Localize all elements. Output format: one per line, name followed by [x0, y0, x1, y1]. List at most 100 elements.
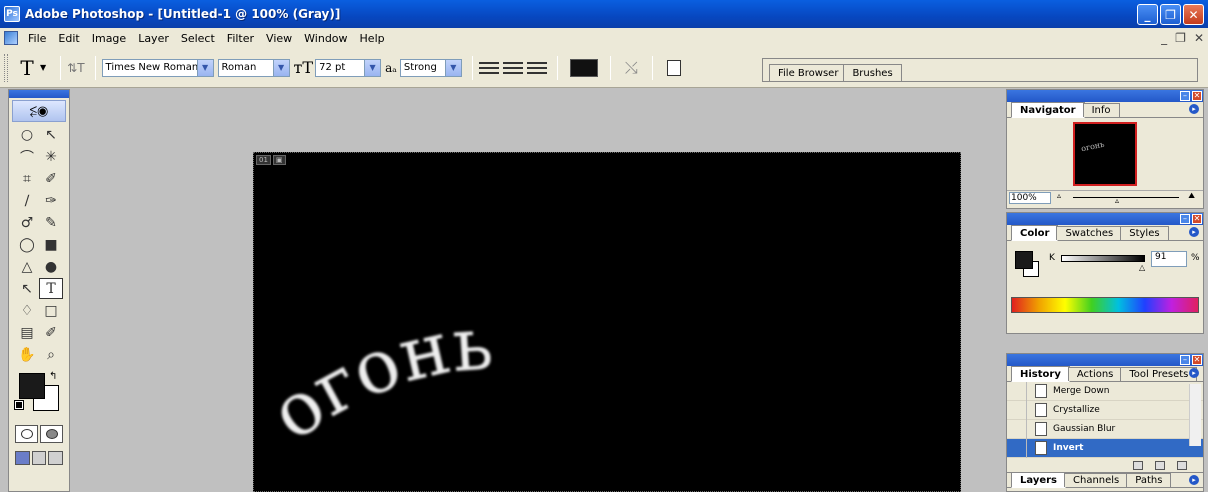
warp-text-icon[interactable]: ⤯ [625, 58, 638, 78]
tool-preset-picker[interactable]: T [14, 56, 40, 80]
marquee-tool-icon[interactable]: ○ [15, 124, 39, 145]
text-color-swatch[interactable] [569, 58, 598, 77]
font-style-select[interactable]: Roman ▼ [217, 58, 290, 77]
slice-tool-icon[interactable]: ✐ [39, 168, 63, 189]
palettes-toggle-icon[interactable] [666, 59, 681, 76]
tab-file-browser[interactable]: File Browser [769, 64, 848, 81]
history-brush-source[interactable] [1013, 438, 1027, 458]
tab-color[interactable]: Color [1011, 225, 1059, 241]
tab-swatches[interactable]: Swatches [1056, 226, 1123, 240]
adobe-online-icon[interactable]: ⥶◉ [12, 100, 66, 122]
trash-icon[interactable] [1177, 460, 1187, 470]
history-item[interactable]: Merge Down [1007, 381, 1203, 401]
color-spectrum-bar[interactable] [1011, 297, 1199, 313]
full-screen-button[interactable] [48, 451, 64, 465]
menu-window[interactable]: Window [298, 32, 353, 45]
history-scrollbar[interactable] [1189, 384, 1201, 446]
brush-tool-icon[interactable]: ✑ [39, 190, 63, 211]
zoom-slider[interactable]: ▵ ▵ ⛰ [1055, 191, 1197, 205]
font-size-select[interactable]: 72 pt ▼ [315, 58, 382, 77]
new-document-icon[interactable] [1133, 460, 1143, 470]
tab-actions[interactable]: Actions [1067, 367, 1123, 381]
panel-menu-icon[interactable]: ▸ [1189, 475, 1199, 485]
default-colors-icon[interactable] [14, 400, 24, 410]
align-right-icon[interactable] [526, 61, 547, 74]
standard-mode-button[interactable] [15, 425, 38, 443]
history-brush-source[interactable] [1013, 381, 1027, 401]
zoom-input[interactable]: 100% [1009, 191, 1051, 204]
align-left-icon[interactable] [478, 61, 499, 74]
doc-restore-button[interactable]: ❐ [1175, 31, 1186, 45]
standard-screen-button[interactable] [15, 451, 30, 465]
gradient-tool-icon[interactable]: ■ [39, 234, 63, 255]
healing-brush-tool-icon[interactable]: ∕ [15, 190, 39, 211]
align-center-icon[interactable] [502, 61, 523, 74]
menu-view[interactable]: View [260, 32, 298, 45]
history-item-active[interactable]: Invert [1007, 438, 1203, 458]
minimize-button[interactable]: _ [1137, 4, 1158, 25]
doc-close-button[interactable]: ✕ [1194, 31, 1204, 45]
tab-tool-presets[interactable]: Tool Presets [1120, 367, 1198, 381]
blur-tool-icon[interactable]: △ [15, 256, 39, 277]
chevron-down-icon[interactable]: ▼ [40, 63, 46, 72]
menu-image[interactable]: Image [86, 32, 132, 45]
restore-button[interactable]: ❐ [1160, 4, 1181, 25]
font-family-select[interactable]: Times New Roman ... ▼ [101, 58, 214, 77]
dodge-tool-icon[interactable]: ● [39, 256, 63, 277]
menu-select[interactable]: Select [175, 32, 221, 45]
crop-tool-icon[interactable]: ⌗ [15, 168, 39, 189]
move-tool-icon[interactable]: ↖ [39, 124, 63, 145]
chevron-down-icon[interactable]: ▼ [196, 59, 213, 76]
history-brush-source[interactable] [1013, 419, 1027, 439]
lasso-tool-icon[interactable]: ⌒ [15, 146, 39, 167]
close-icon[interactable]: ✕ [1192, 214, 1202, 224]
type-tool-icon[interactable]: T [39, 278, 63, 299]
doc-minimize-button[interactable]: _ [1161, 31, 1167, 45]
tab-brushes[interactable]: Brushes [843, 64, 902, 81]
minimize-icon[interactable]: – [1180, 355, 1190, 365]
close-button[interactable]: ✕ [1183, 4, 1204, 25]
close-icon[interactable]: ✕ [1192, 355, 1202, 365]
panel-menu-icon[interactable]: ▸ [1189, 368, 1199, 378]
hand-tool-icon[interactable]: ✋ [15, 344, 39, 365]
eyedropper-tool-icon[interactable]: ✐ [39, 322, 63, 343]
options-grip[interactable] [4, 53, 8, 82]
toolbox-title-bar[interactable] [9, 90, 69, 98]
history-brush-source[interactable] [1013, 400, 1027, 420]
history-item[interactable]: Gaussian Blur [1007, 419, 1203, 439]
panel-menu-icon[interactable]: ▸ [1189, 227, 1199, 237]
history-brush-tool-icon[interactable]: ✎ [39, 212, 63, 233]
menu-file[interactable]: File [22, 32, 52, 45]
chevron-down-icon[interactable]: ▼ [364, 59, 381, 76]
minimize-icon[interactable]: – [1180, 214, 1190, 224]
pen-tool-icon[interactable]: ♢ [15, 300, 39, 321]
zoom-out-icon[interactable]: ▵ [1057, 191, 1061, 200]
swap-colors-icon[interactable]: ↰ [49, 371, 57, 382]
document-icon[interactable] [4, 31, 18, 45]
foreground-color[interactable] [1015, 251, 1033, 269]
tab-info[interactable]: Info [1082, 103, 1120, 117]
magic-wand-tool-icon[interactable]: ✳ [39, 146, 63, 167]
notes-tool-icon[interactable]: ▤ [15, 322, 39, 343]
tab-styles[interactable]: Styles [1120, 226, 1169, 240]
k-slider[interactable] [1061, 255, 1145, 262]
new-snapshot-icon[interactable] [1155, 460, 1165, 470]
panel-menu-icon[interactable]: ▸ [1189, 104, 1199, 114]
document-canvas[interactable]: 01 ▣ огонь [253, 152, 961, 492]
chevron-down-icon[interactable]: ▼ [444, 59, 461, 76]
panel-title-bar[interactable]: – ✕ [1007, 90, 1203, 102]
k-value-input[interactable]: 91 [1151, 251, 1187, 267]
text-orientation-icon[interactable]: ⇅T [67, 61, 84, 75]
chevron-down-icon[interactable]: ▼ [272, 59, 289, 76]
menu-layer[interactable]: Layer [132, 32, 175, 45]
minimize-icon[interactable]: – [1180, 91, 1190, 101]
panel-title-bar[interactable]: – ✕ [1007, 213, 1203, 225]
tab-layers[interactable]: Layers [1011, 472, 1066, 488]
zoom-tool-icon[interactable]: ⌕ [39, 344, 63, 365]
history-item[interactable]: Crystallize [1007, 400, 1203, 420]
tab-paths[interactable]: Paths [1126, 473, 1172, 487]
tab-channels[interactable]: Channels [1064, 473, 1129, 487]
eraser-tool-icon[interactable]: ◯ [15, 234, 39, 255]
foreground-color[interactable] [19, 373, 45, 399]
path-selection-tool-icon[interactable]: ↖ [15, 278, 39, 299]
